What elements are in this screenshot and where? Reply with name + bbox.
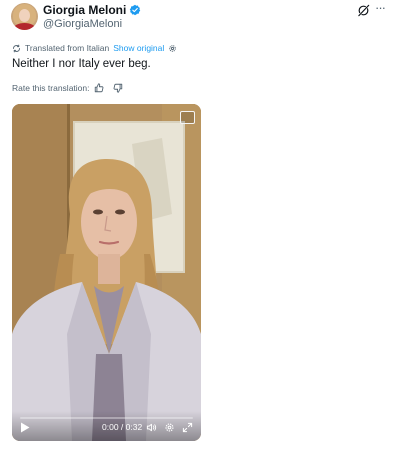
video-progress-bar[interactable]: [20, 417, 193, 419]
video-frame: [12, 104, 201, 441]
more-icon[interactable]: ···: [375, 1, 389, 16]
gear-icon[interactable]: [168, 44, 177, 53]
video-controls: 0:00 / 0:32: [12, 411, 201, 441]
picture-in-picture-button[interactable]: [180, 111, 195, 124]
fullscreen-icon[interactable]: [182, 422, 193, 433]
translation-row: Translated from Italian Show original: [12, 42, 177, 54]
grok-icon[interactable]: [357, 4, 370, 17]
rate-translation-row: Rate this translation:: [12, 82, 123, 94]
translate-icon: [13, 44, 20, 52]
name-row: Giorgia Meloni: [43, 3, 141, 17]
tweet-text: Neither I nor Italy ever beg.: [12, 58, 151, 70]
verified-badge-icon: [130, 4, 141, 16]
video-player[interactable]: 0:00 / 0:32: [12, 104, 201, 441]
tweet: Giorgia Meloni @GiorgiaMeloni ··· Transl…: [0, 0, 398, 449]
thumbs-down-icon[interactable]: [113, 83, 123, 93]
avatar[interactable]: [11, 3, 38, 30]
handle[interactable]: @GiorgiaMeloni: [43, 18, 122, 31]
video-time: 0:00 / 0:32: [102, 422, 143, 432]
play-icon[interactable]: [20, 422, 30, 433]
show-original-link[interactable]: Show original: [113, 43, 164, 53]
gear-icon[interactable]: [164, 422, 175, 433]
thumbs-up-icon[interactable]: [94, 83, 104, 93]
translated-label: Translated from Italian: [25, 43, 110, 53]
rate-translation-label: Rate this translation:: [12, 83, 90, 93]
volume-icon[interactable]: [146, 422, 157, 433]
display-name[interactable]: Giorgia Meloni: [43, 3, 126, 17]
